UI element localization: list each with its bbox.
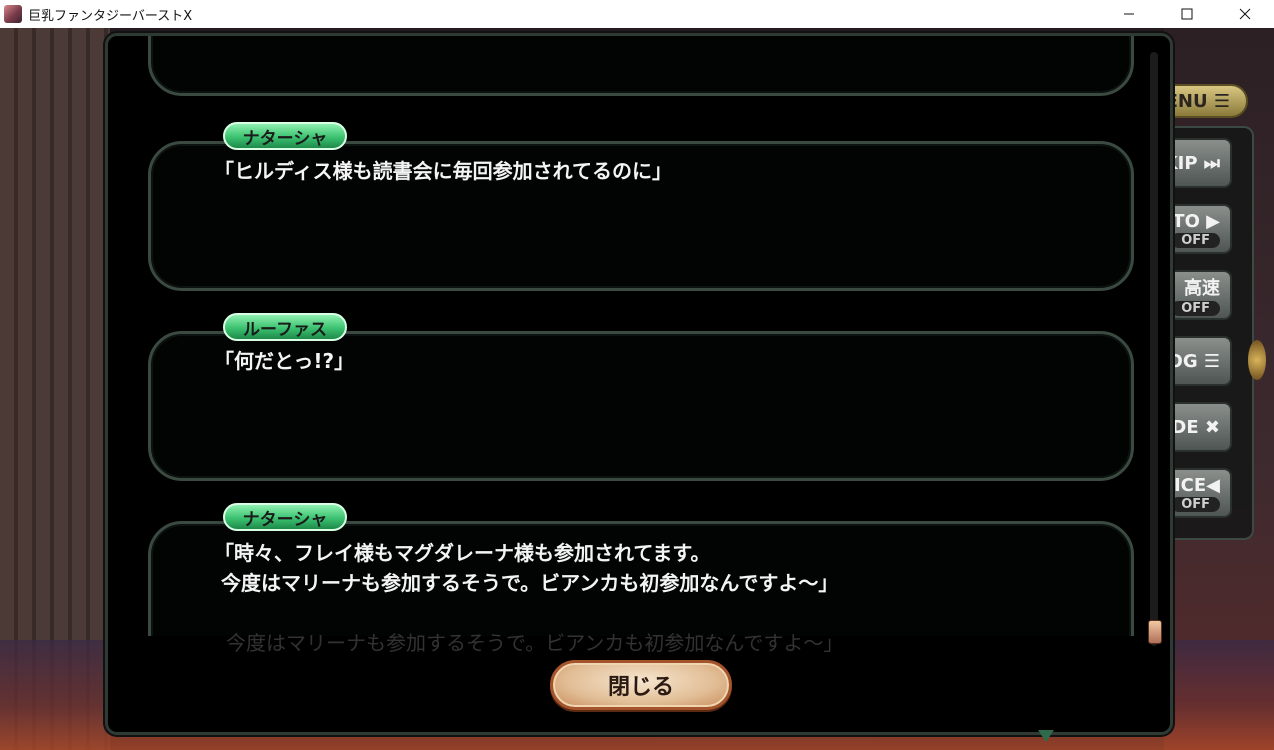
speaker-name: ルーファス <box>243 319 327 340</box>
maximize-button[interactable] <box>1158 0 1216 28</box>
log-button-label: OG ☰ <box>1167 350 1220 372</box>
backlog-list[interactable]: ナターシャ 「ヒルディス様も読書会に毎回参加されてるのに」 ルーファス 「何だと… <box>108 36 1148 636</box>
fast-state: OFF <box>1171 301 1220 316</box>
speaker-badge: ナターシャ <box>223 503 347 531</box>
close-icon <box>1239 8 1251 20</box>
fast-button-label: 高速 <box>1184 278 1220 299</box>
auto-state: OFF <box>1171 232 1220 248</box>
speaker-badge: ナターシャ <box>223 122 347 150</box>
log-entry-text[interactable]: 「ヒルディス様も読書会に毎回参加されてるのに」 <box>214 156 1114 186</box>
speaker-name: ナターシャ <box>242 128 328 149</box>
window-controls <box>1100 0 1274 28</box>
minimize-icon <box>1124 13 1134 15</box>
log-entry-frame <box>148 36 1134 96</box>
menu-button-label: ENU ☰ <box>1165 90 1230 112</box>
maximize-icon <box>1181 8 1193 20</box>
log-entry-text[interactable]: 「何だとっ!?」 <box>214 346 1114 376</box>
voice-state: OFF <box>1171 496 1220 512</box>
window-title: 巨乳ファンタジーバーストX <box>28 8 193 24</box>
close-log-label: 閉じる <box>607 675 674 700</box>
app-icon <box>4 5 22 23</box>
close-window-button[interactable] <box>1216 0 1274 28</box>
game-scene: ENU ☰ KIP ⏭ UTO ▶ OFF 高速 OFF OG ☰ DE ✖ O… <box>0 28 1274 750</box>
log-scroll-thumb[interactable] <box>1148 620 1162 644</box>
close-log-button[interactable]: 閉じる <box>550 660 732 710</box>
window-titlebar: 巨乳ファンタジーバーストX <box>0 0 1274 28</box>
background-message-text: 今度はマリーナも参加するそうで。ビアンカも初参加なんですよ～」 <box>226 631 844 655</box>
log-entry-text[interactable]: 「時々、フレイ様もマグダレーナ様も参加されてます。 今度はマリーナも参加するそう… <box>214 538 1114 598</box>
backlog-window: ナターシャ 「ヒルディス様も読書会に毎回参加されてるのに」 ルーファス 「何だと… <box>105 33 1173 742</box>
speaker-name: ナターシャ <box>242 509 328 530</box>
ornament <box>1248 340 1266 380</box>
speaker-badge: ルーファス <box>223 313 347 341</box>
minimize-button[interactable] <box>1100 0 1158 28</box>
log-scrollbar[interactable] <box>1150 52 1158 646</box>
next-page-icon <box>1038 730 1054 742</box>
hide-button-label: DE ✖ <box>1171 416 1220 438</box>
